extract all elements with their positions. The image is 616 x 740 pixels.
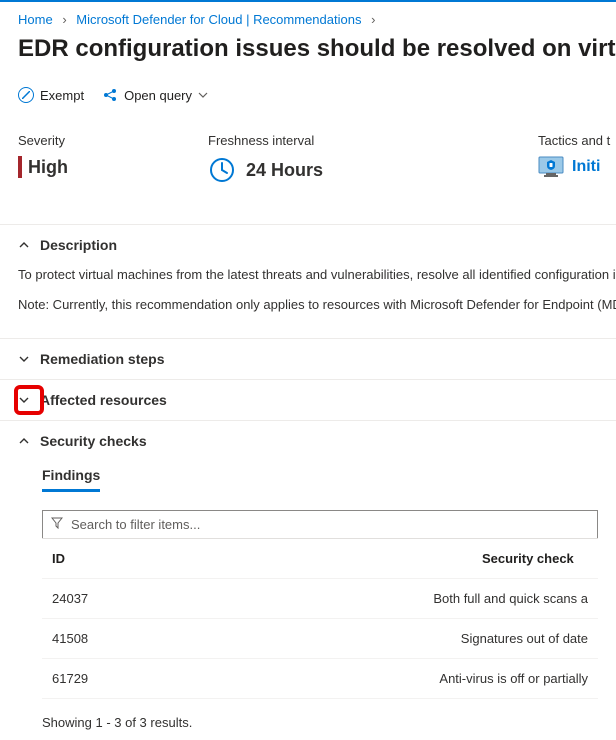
security-checks-section: Security checks Findings ID Security che… — [0, 421, 616, 740]
findings-search[interactable] — [42, 510, 598, 538]
page-title: EDR configuration issues should be resol… — [0, 33, 616, 81]
findings-tab[interactable]: Findings — [42, 467, 100, 492]
severity-value: High — [28, 157, 68, 178]
tactics-link[interactable]: Initi — [572, 158, 600, 176]
description-body: To protect virtual machines from the lat… — [0, 265, 616, 338]
tactics-label: Tactics and t — [538, 133, 616, 148]
open-query-button[interactable]: Open query — [102, 87, 208, 103]
toolbar: Exempt Open query — [0, 81, 616, 133]
table-header: ID Security check — [42, 539, 598, 579]
description-toggle[interactable]: Description — [0, 225, 616, 265]
monitor-shield-icon — [538, 156, 564, 178]
chevron-right-icon: › — [371, 12, 375, 27]
chevron-down-icon — [198, 88, 208, 103]
exempt-button[interactable]: Exempt — [18, 87, 84, 103]
results-count: Showing 1 - 3 of 3 results. — [42, 699, 598, 740]
cell-security-check: Both full and quick scans a — [433, 591, 588, 606]
open-query-label: Open query — [124, 88, 192, 103]
severity-label: Severity — [18, 133, 208, 148]
chevron-down-icon — [18, 353, 30, 365]
freshness-value: 24 Hours — [246, 160, 323, 181]
freshness-label: Freshness interval — [208, 133, 398, 148]
affected-resources-section: Affected resources — [0, 380, 616, 421]
cell-id: 41508 — [52, 631, 461, 646]
chevron-right-icon: › — [62, 12, 66, 27]
exempt-icon — [18, 87, 34, 103]
affected-resources-title: Affected resources — [40, 392, 167, 408]
cell-security-check: Anti-virus is off or partially — [439, 671, 588, 686]
severity-metric: Severity High — [18, 133, 208, 184]
cell-id: 24037 — [52, 591, 433, 606]
remediation-section: Remediation steps — [0, 339, 616, 380]
chevron-up-icon — [18, 435, 30, 447]
metrics-row: Severity High Freshness interval 24 Hour… — [0, 133, 616, 224]
cell-security-check: Signatures out of date — [461, 631, 588, 646]
tactics-metric: Tactics and t Initi — [538, 133, 616, 184]
filter-icon — [51, 517, 63, 532]
column-security-check-header[interactable]: Security check — [482, 551, 588, 566]
remediation-title: Remediation steps — [40, 351, 164, 367]
breadcrumb: Home › Microsoft Defender for Cloud | Re… — [0, 2, 616, 33]
table-row[interactable]: 24037Both full and quick scans a — [42, 579, 598, 619]
share-icon — [102, 87, 118, 103]
column-id-header[interactable]: ID — [52, 551, 482, 566]
findings-table: ID Security check 24037Both full and qui… — [42, 538, 598, 699]
description-text-1: To protect virtual machines from the lat… — [18, 265, 598, 285]
description-title: Description — [40, 237, 117, 253]
findings-area: Findings ID Security check 24037Both ful… — [0, 461, 616, 740]
security-checks-toggle[interactable]: Security checks — [0, 421, 616, 461]
search-input[interactable] — [71, 517, 589, 532]
affected-resources-toggle[interactable]: Affected resources — [0, 380, 616, 420]
exempt-label: Exempt — [40, 88, 84, 103]
description-text-2: Note: Currently, this recommendation onl… — [18, 295, 598, 315]
severity-indicator — [18, 156, 22, 178]
chevron-down-icon — [18, 394, 30, 406]
chevron-up-icon — [18, 239, 30, 251]
freshness-metric: Freshness interval 24 Hours — [208, 133, 398, 184]
remediation-toggle[interactable]: Remediation steps — [0, 339, 616, 379]
breadcrumb-defender[interactable]: Microsoft Defender for Cloud | Recommend… — [76, 12, 361, 27]
breadcrumb-home[interactable]: Home — [18, 12, 53, 27]
description-section: Description To protect virtual machines … — [0, 225, 616, 339]
security-checks-title: Security checks — [40, 433, 147, 449]
cell-id: 61729 — [52, 671, 439, 686]
table-row[interactable]: 41508Signatures out of date — [42, 619, 598, 659]
clock-icon — [208, 156, 236, 184]
table-row[interactable]: 61729Anti-virus is off or partially — [42, 659, 598, 699]
